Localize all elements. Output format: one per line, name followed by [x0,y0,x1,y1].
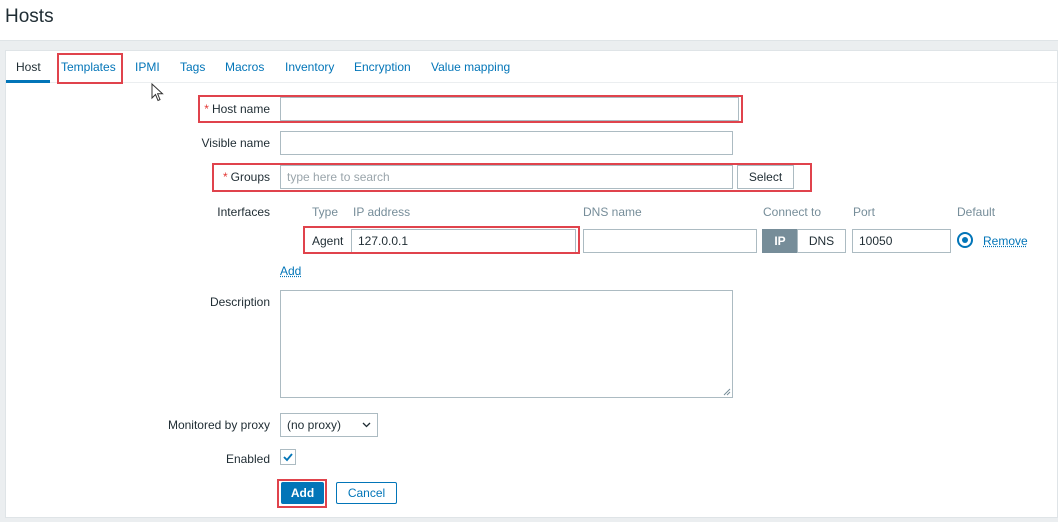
highlight-add-button [277,479,327,508]
title-bar [0,0,1058,41]
col-ip-address: IP address [353,205,411,219]
interface-dns-input[interactable] [583,229,757,253]
enabled-label: Enabled [225,452,270,466]
highlight-groups [212,163,812,192]
col-dns-name: DNS name [583,205,642,219]
active-tab-indicator [6,80,50,83]
cancel-button[interactable]: Cancel [336,482,397,504]
col-port: Port [853,205,876,219]
tab-value-mapping[interactable]: Value mapping [431,60,510,74]
tab-inventory[interactable]: Inventory [285,60,334,74]
visible-name-input[interactable] [280,131,733,155]
checkmark-icon [283,453,293,462]
col-type: Type [312,205,339,219]
tab-ipmi[interactable]: IPMI [135,60,160,74]
tab-bar: Host Templates IPMI Tags Macros Inventor… [6,51,1057,83]
description-label: Description [209,295,270,309]
connect-dns-toggle[interactable]: DNS [797,229,846,253]
tab-macros[interactable]: Macros [225,60,264,74]
interfaces-label: Interfaces [217,205,270,219]
visible-name-label: Visible name [201,136,270,150]
mouse-cursor-icon [151,83,164,102]
default-interface-radio[interactable] [957,232,973,248]
col-connect-to: Connect to [763,205,822,219]
enabled-checkbox[interactable] [280,449,296,465]
tab-tags[interactable]: Tags [180,60,205,74]
tab-encryption[interactable]: Encryption [354,60,411,74]
highlight-host-name [198,95,743,123]
proxy-label: Monitored by proxy [167,418,270,432]
resize-handle-icon[interactable] [723,388,731,396]
add-interface-link[interactable]: Add [280,264,301,278]
proxy-select[interactable]: (no proxy) [280,413,378,437]
tab-host[interactable]: Host [16,60,41,74]
col-default: Default [957,205,996,219]
chevron-down-icon [362,422,371,428]
highlight-agent-ip [303,226,580,254]
remove-interface-link[interactable]: Remove [983,234,1028,248]
description-textarea[interactable] [280,290,733,398]
connect-ip-toggle[interactable]: IP [762,229,798,253]
interface-port-input[interactable]: 10050 [852,229,951,253]
highlight-templates-tab [57,53,123,84]
page-title: Hosts [5,6,54,27]
